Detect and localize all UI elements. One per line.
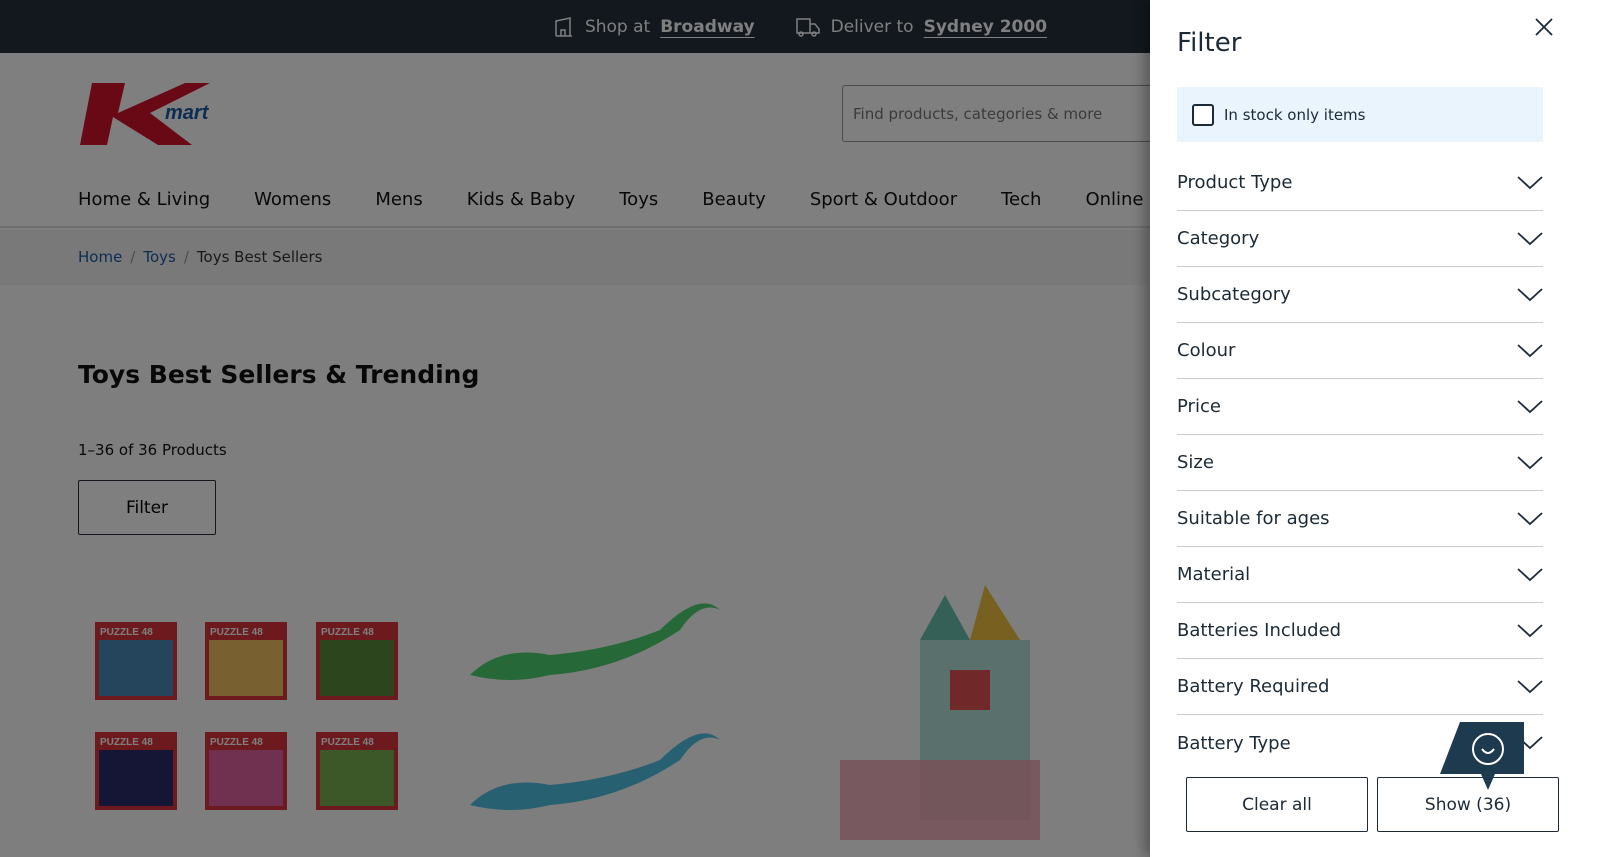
facet-category[interactable]: Category: [1177, 211, 1543, 267]
facet-label: Subcategory: [1177, 284, 1291, 305]
facet-size[interactable]: Size: [1177, 435, 1543, 491]
facet-label: Battery Type: [1177, 732, 1291, 754]
facet-colour[interactable]: Colour: [1177, 323, 1543, 379]
chevron-down-icon: [1517, 679, 1543, 693]
chevron-down-icon: [1517, 511, 1543, 525]
facet-label: Product Type: [1177, 172, 1293, 193]
clear-all-button[interactable]: Clear all: [1186, 777, 1368, 832]
facet-label: Colour: [1177, 340, 1236, 361]
chevron-down-icon: [1517, 455, 1543, 469]
chevron-down-icon: [1517, 343, 1543, 357]
chevron-down-icon: [1517, 231, 1543, 245]
feedback-button[interactable]: [1440, 722, 1524, 792]
facet-label: Material: [1177, 564, 1251, 585]
checkbox[interactable]: [1192, 103, 1214, 126]
chevron-down-icon: [1517, 175, 1543, 189]
facet-label: Battery Required: [1177, 676, 1330, 697]
facet-material[interactable]: Material: [1177, 547, 1543, 603]
facet-label: Suitable for ages: [1177, 508, 1330, 529]
facet-label: Category: [1177, 228, 1260, 249]
facet-label: Size: [1177, 452, 1214, 473]
facet-battery-required[interactable]: Battery Required: [1177, 659, 1543, 715]
facet-label: Batteries Included: [1177, 620, 1342, 641]
facet-product-type[interactable]: Product Type: [1177, 155, 1543, 211]
facet-price[interactable]: Price: [1177, 379, 1543, 435]
facet-batteries-included[interactable]: Batteries Included: [1177, 603, 1543, 659]
in-stock-checkbox[interactable]: In stock only items: [1177, 87, 1543, 142]
close-icon[interactable]: [1532, 15, 1556, 39]
facet-subcategory[interactable]: Subcategory: [1177, 267, 1543, 323]
facet-label: Price: [1177, 396, 1221, 417]
facet-suitable-for-ages[interactable]: Suitable for ages: [1177, 491, 1543, 547]
chevron-down-icon: [1517, 623, 1543, 637]
filter-panel: Filter In stock only items Product Type C…: [1150, 0, 1600, 857]
chevron-down-icon: [1517, 399, 1543, 413]
facet-list: Product Type Category Subcategory Colour Pri…: [1177, 155, 1543, 771]
chevron-down-icon: [1517, 287, 1543, 301]
modal-backdrop[interactable]: [0, 0, 1150, 857]
in-stock-label: In stock only items: [1224, 105, 1366, 124]
chevron-down-icon: [1517, 567, 1543, 581]
filter-panel-title: Filter: [1177, 28, 1242, 58]
